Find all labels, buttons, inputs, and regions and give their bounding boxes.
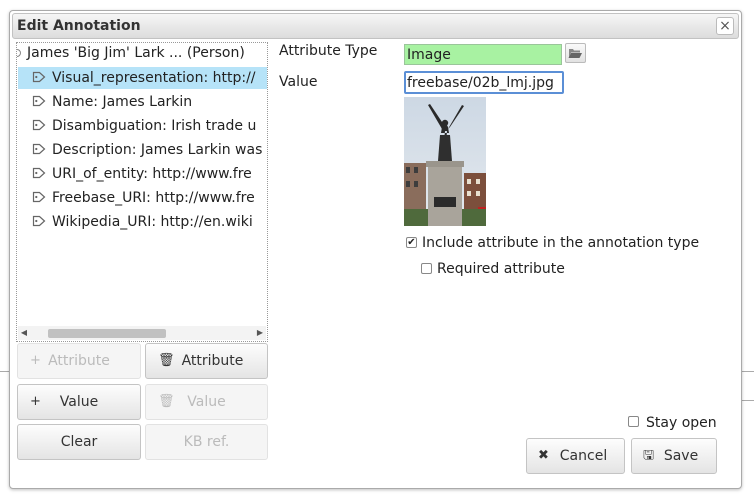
tag-icon [32,143,46,155]
save-disk-icon: 🖫 [643,448,655,463]
tree-item[interactable]: Description: James Larkin was [18,139,267,161]
cancel-label: Cancel [559,448,608,464]
tree-root-node[interactable]: James 'Big Jim' Lark ... (Person) [17,45,245,65]
tree-horizontal-scrollbar[interactable]: ◀ ▶ [18,326,266,340]
include-attribute-label: Include attribute in the annotation type [422,235,700,251]
add-attribute-label: Attribute [48,353,110,369]
required-attribute-label: Required attribute [437,261,565,277]
checkmark-icon: ✔ [407,237,416,248]
scroll-left-arrow-icon[interactable]: ◀ [18,326,30,340]
value-input[interactable] [404,71,564,94]
add-value-button[interactable]: + Value [17,384,141,420]
statue-image [404,97,486,226]
tree-item-label: Description: James Larkin was [52,142,263,158]
trash-icon: 🗑 [158,394,175,409]
tag-icon [32,215,46,227]
tree-item[interactable]: Freebase_URI: http://www.fre [18,187,267,209]
add-attribute-button[interactable]: + Attribute [17,343,141,379]
tree-item-label: Wikipedia_URI: http://en.wiki [52,214,253,230]
image-preview [404,97,486,226]
background-divider-right [742,371,754,372]
tag-icon [32,191,46,203]
include-attribute-checkbox[interactable]: ✔ [406,237,417,248]
dialog-titlebar[interactable]: Edit Annotation × [12,13,739,39]
attribute-type-field[interactable]: Image [404,44,562,65]
scroll-thumb[interactable] [48,329,166,338]
stay-open-label: Stay open [646,415,717,431]
tree-item-label: URI_of_entity: http://www.fre [52,166,252,182]
stay-open-checkbox[interactable] [628,416,639,427]
trash-icon: 🗑 [158,353,175,368]
folder-open-icon [568,49,582,58]
tree-item-label: Name: James Larkin [52,94,193,110]
plus-icon: + [30,394,41,409]
tree-item-label: Visual_representation: http:// [52,70,256,86]
tree-node-circle-icon [17,49,21,57]
background-divider-right-bottom [742,400,754,401]
required-attribute-checkbox[interactable] [421,263,432,274]
attribute-tree[interactable]: James 'Big Jim' Lark ... (Person) Visual… [16,42,268,342]
edit-annotation-dialog: Edit Annotation × James 'Big Jim' Lark .… [9,10,742,489]
delete-value-button[interactable]: 🗑 Value [145,384,268,420]
value-label: Value [279,74,318,90]
tag-icon [32,167,46,179]
save-label: Save [663,448,699,464]
close-button[interactable]: × [716,17,734,35]
save-button[interactable]: 🖫 Save [631,438,717,474]
background-divider-left [0,371,9,372]
delete-value-label: Value [187,394,226,410]
clear-button[interactable]: Clear [17,424,141,460]
plus-icon: + [30,353,41,368]
attribute-type-label: Attribute Type [279,43,378,59]
tree-item-label: Freebase_URI: http://www.fre [52,190,255,206]
browse-folder-button[interactable] [565,43,586,63]
tree-item[interactable]: Visual_representation: http:// [18,67,267,89]
tag-icon [32,119,46,131]
tree-root-label: James 'Big Jim' Lark ... (Person) [27,45,245,61]
scroll-right-arrow-icon[interactable]: ▶ [254,326,266,340]
kb-ref-button[interactable]: KB ref. [145,424,268,460]
tree-item[interactable]: Disambiguation: Irish trade u [18,115,267,137]
tree-item-label: Disambiguation: Irish trade u [52,118,257,134]
tree-item[interactable]: Wikipedia_URI: http://en.wiki [18,211,267,233]
delete-attribute-button[interactable]: 🗑 Attribute [145,343,268,379]
add-value-label: Value [59,394,99,410]
tag-icon [32,95,46,107]
tree-item[interactable]: Name: James Larkin [18,91,267,113]
tag-icon [32,71,46,83]
delete-attribute-label: Attribute [181,353,244,369]
cancel-button[interactable]: ✖ Cancel [526,438,625,474]
cancel-x-icon: ✖ [538,448,549,463]
tree-item[interactable]: URI_of_entity: http://www.fre [18,163,267,185]
dialog-title: Edit Annotation [17,18,141,34]
